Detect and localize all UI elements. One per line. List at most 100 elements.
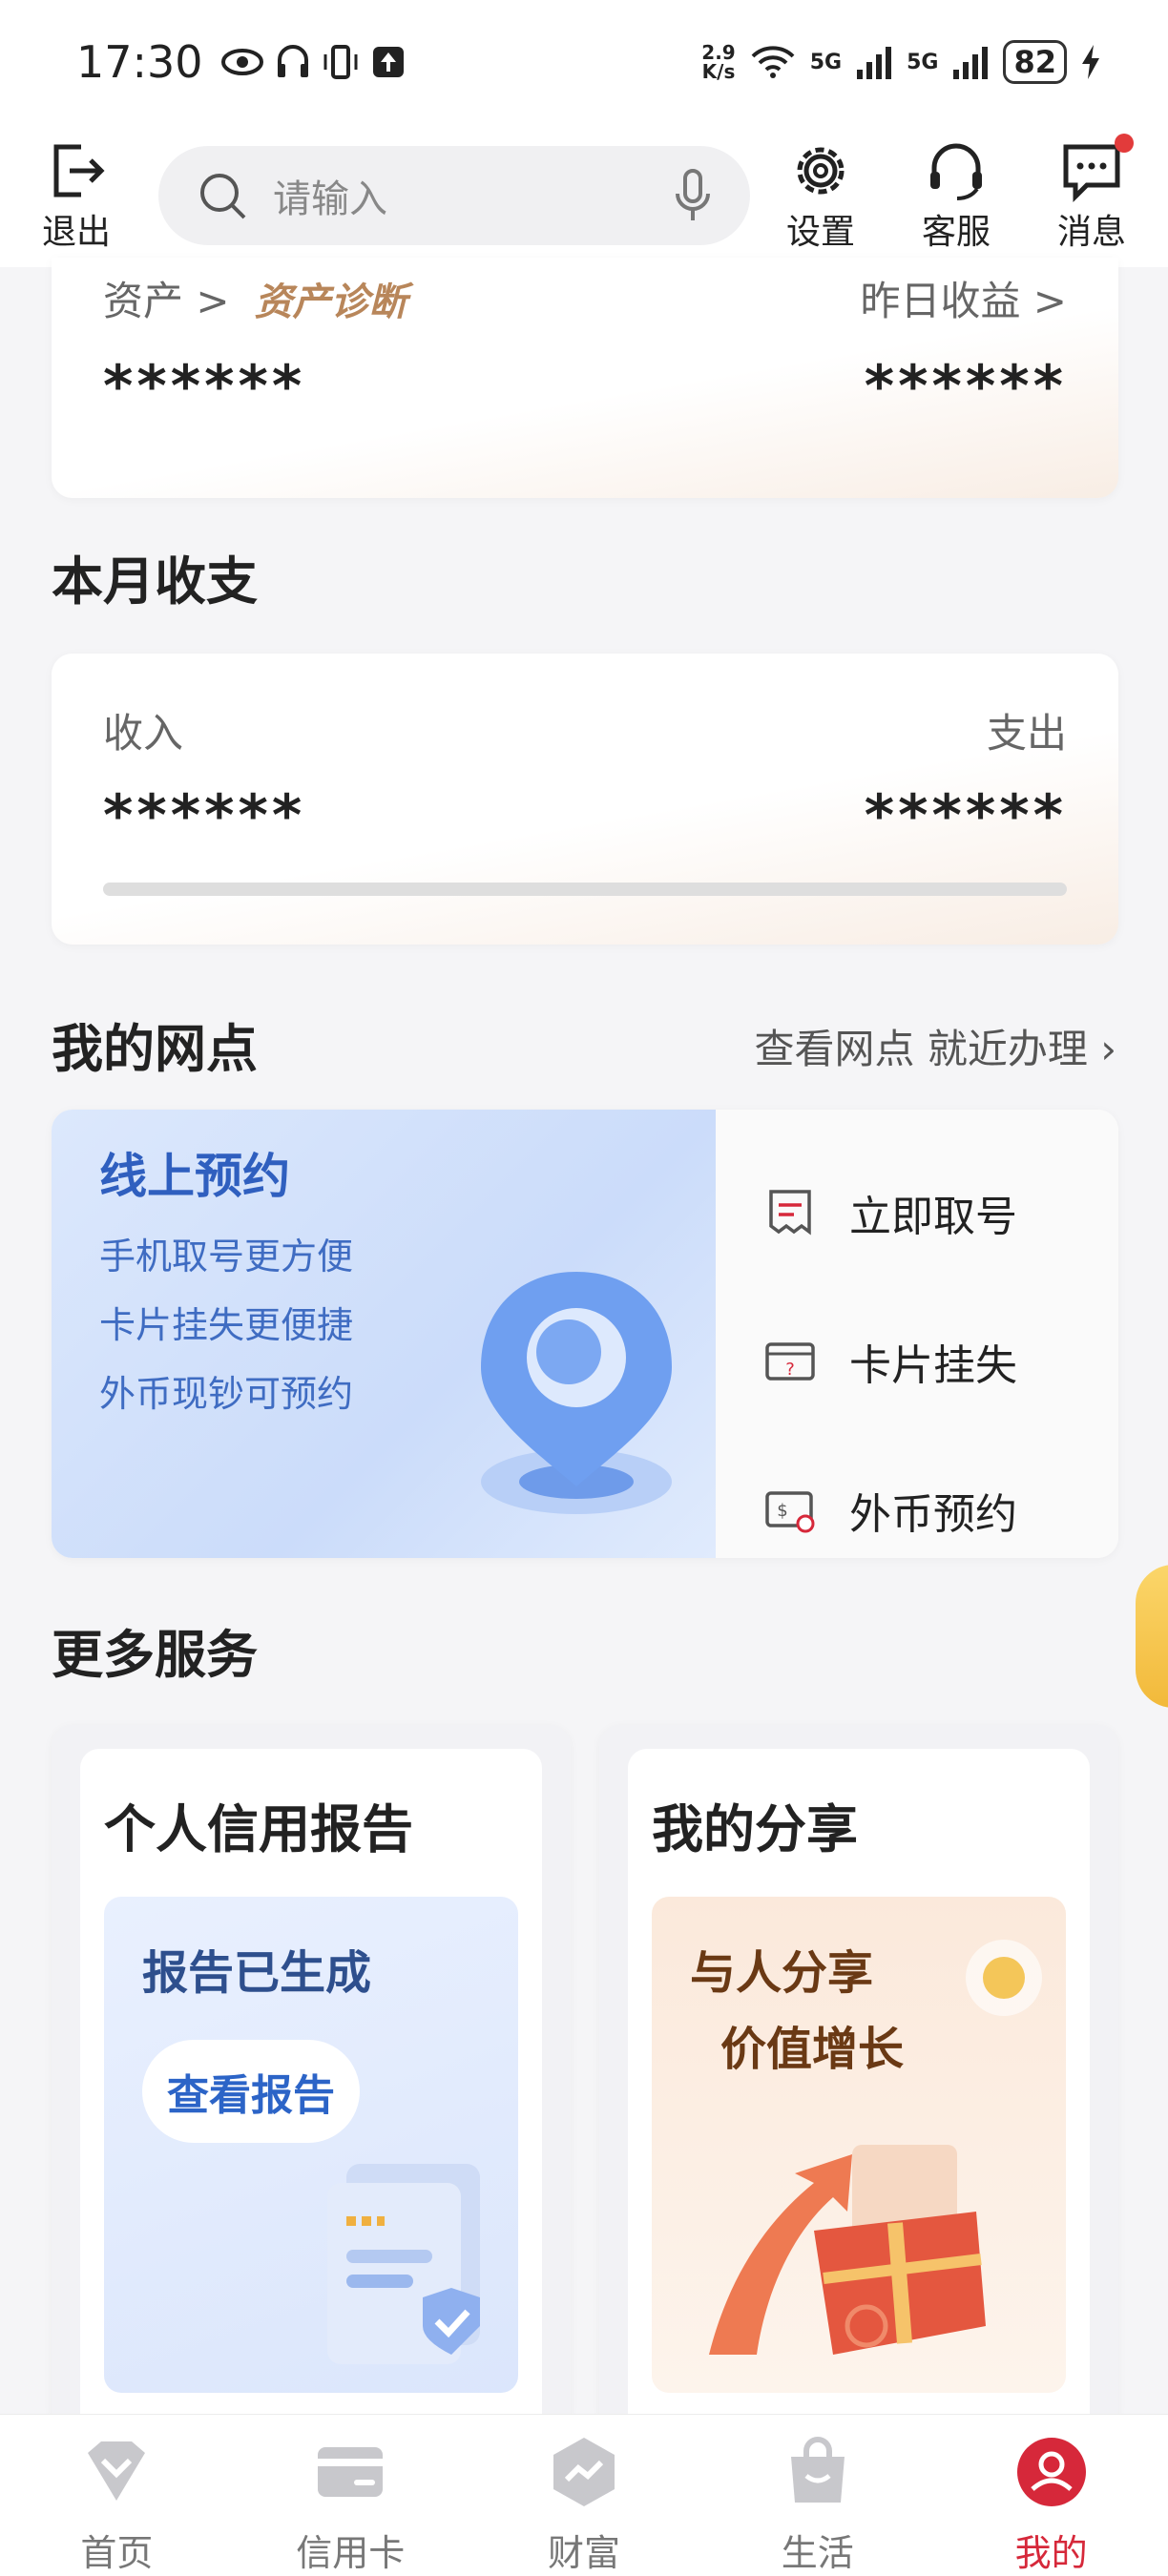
tab-wealth[interactable]: 财富 bbox=[468, 2415, 701, 2576]
share-line-2: 价值增长 bbox=[720, 2023, 905, 2076]
branch-link[interactable]: 查看网点 就近办理 › bbox=[754, 1017, 1116, 1075]
tab-credit-card-label: 信用卡 bbox=[296, 2532, 406, 2574]
wealth-icon bbox=[553, 2438, 615, 2506]
location-pin-icon bbox=[481, 1272, 672, 1514]
tab-wealth-label: 财富 bbox=[547, 2532, 620, 2574]
tab-life-label: 生活 bbox=[781, 2532, 854, 2574]
online-booking-panel[interactable]: 线上预约 手机取号更方便 卡片挂失更便捷 外币现钞可预约 bbox=[52, 1110, 716, 1558]
view-report-button[interactable]: 查看报告 bbox=[142, 2040, 360, 2143]
upload-notification-icon bbox=[372, 47, 404, 77]
gear-icon bbox=[797, 147, 845, 195]
search-icon bbox=[200, 174, 246, 219]
credit-report-banner: 报告已生成 查看报告 bbox=[104, 1897, 518, 2393]
credit-report-card[interactable]: 个人信用报告 报告已生成 查看报告 bbox=[52, 1725, 571, 2431]
report-generated-text: 报告已生成 bbox=[142, 1946, 372, 2000]
ticket-icon bbox=[769, 1190, 811, 1236]
headphones-icon bbox=[277, 45, 308, 77]
messages-label: 消息 bbox=[1056, 213, 1126, 252]
card-question-icon: ? bbox=[765, 1342, 815, 1381]
speed-value: 2.9 bbox=[701, 41, 736, 64]
take-number-label: 立即取号 bbox=[849, 1193, 1017, 1241]
speed-unit: K/s bbox=[701, 60, 736, 83]
expense-label: 支出 bbox=[986, 710, 1067, 757]
charging-icon bbox=[1082, 45, 1099, 79]
logout-label: 退出 bbox=[41, 213, 111, 252]
my-share-banner: 与人分享 价值增长 bbox=[652, 1897, 1066, 2393]
status-bar: 17:30 2.9 K/s 5G 5G 82 bbox=[0, 0, 1168, 124]
income-label: 收入 bbox=[103, 710, 184, 757]
battery-indicator: 82 bbox=[1003, 40, 1067, 84]
my-share-title: 我的分享 bbox=[652, 1799, 858, 1859]
search-bar[interactable]: 请输入 bbox=[158, 146, 750, 245]
network-type-2: 5G bbox=[907, 50, 939, 74]
logout-icon bbox=[53, 144, 105, 197]
settings-label: 设置 bbox=[785, 213, 855, 252]
tab-credit-card[interactable]: 信用卡 bbox=[234, 2415, 468, 2576]
credit-card-icon bbox=[318, 2447, 384, 2497]
asset-diagnosis-link[interactable]: 资产诊断 bbox=[255, 271, 407, 326]
foreign-currency-booking-button[interactable]: $ 外币预约 bbox=[763, 1436, 1118, 1558]
yesterday-earnings-value: ****** bbox=[864, 353, 1067, 420]
header-actions: 设置 客服 消息 bbox=[773, 134, 1139, 254]
income-value: ****** bbox=[103, 782, 306, 849]
tab-home[interactable]: 首页 bbox=[0, 2415, 234, 2576]
document-shield-icon bbox=[327, 2164, 480, 2364]
svg-text:?: ? bbox=[785, 1360, 795, 1380]
branch-card: 线上预约 手机取号更方便 卡片挂失更便捷 外币现钞可预约 立即取号 ? 卡片挂失… bbox=[52, 1110, 1118, 1558]
gift-box-icon bbox=[709, 2145, 986, 2355]
my-share-inner: 我的分享 与人分享 价值增长 bbox=[628, 1749, 1090, 2431]
logout-button[interactable]: 退出 bbox=[29, 137, 124, 254]
status-left-icons bbox=[220, 43, 407, 81]
settings-button[interactable]: 设置 bbox=[773, 137, 868, 254]
asset-link[interactable]: 资产 > bbox=[103, 269, 230, 327]
unread-dot bbox=[1115, 134, 1134, 153]
credit-report-inner: 个人信用报告 报告已生成 查看报告 bbox=[80, 1749, 542, 2431]
vibrate-icon bbox=[323, 45, 358, 79]
top-header: 退出 请输入 设置 客服 消息 bbox=[0, 124, 1168, 267]
customer-service-label: 客服 bbox=[921, 213, 991, 252]
signal-icon-2 bbox=[953, 47, 989, 79]
monthly-title: 本月收支 bbox=[52, 551, 258, 612]
currency-icon: $ bbox=[765, 1491, 815, 1533]
messages-button[interactable]: 消息 bbox=[1044, 134, 1139, 254]
network-speed: 2.9 K/s bbox=[701, 43, 735, 81]
foreign-currency-booking-label: 外币预约 bbox=[849, 1490, 1017, 1539]
signal-icon bbox=[857, 47, 892, 79]
microphone-icon[interactable] bbox=[674, 167, 712, 224]
income-expense-bar bbox=[103, 883, 1067, 896]
branch-link-label: 查看网点 就近办理 bbox=[754, 1026, 1088, 1072]
svg-text:$: $ bbox=[777, 1501, 787, 1521]
status-right: 2.9 K/s 5G 5G 82 bbox=[701, 40, 1101, 84]
online-booking-title: 线上预约 bbox=[99, 1149, 290, 1204]
branch-title: 我的网点 bbox=[52, 1019, 258, 1079]
card-loss-report-button[interactable]: ? 卡片挂失 bbox=[763, 1287, 1118, 1436]
floating-mascot[interactable] bbox=[1136, 1565, 1168, 1708]
expense-value: ****** bbox=[864, 782, 1067, 849]
customer-service-button[interactable]: 客服 bbox=[908, 137, 1004, 254]
take-number-button[interactable]: 立即取号 bbox=[763, 1138, 1118, 1287]
tab-mine-label: 我的 bbox=[1014, 2532, 1088, 2574]
home-icon bbox=[88, 2441, 146, 2501]
bottom-tab-bar: 首页 信用卡 财富 生活 我的 bbox=[0, 2414, 1168, 2576]
monthly-card[interactable]: 收入 支出 ****** ****** bbox=[52, 654, 1118, 945]
tab-home-label: 首页 bbox=[80, 2532, 154, 2574]
shopping-bag-icon bbox=[790, 2437, 845, 2503]
network-type-1: 5G bbox=[809, 50, 843, 74]
wifi-icon bbox=[751, 46, 795, 78]
eye-icon bbox=[220, 49, 263, 75]
credit-report-title: 个人信用报告 bbox=[104, 1799, 413, 1859]
search-input[interactable]: 请输入 bbox=[273, 168, 674, 223]
status-time: 17:30 bbox=[76, 36, 203, 88]
yesterday-earnings-link[interactable]: 昨日收益 > bbox=[860, 269, 1067, 327]
asset-value: ****** bbox=[103, 353, 306, 420]
asset-label-row: 资产 > 资产诊断 bbox=[103, 269, 407, 327]
tab-life[interactable]: 生活 bbox=[700, 2415, 934, 2576]
card-loss-report-label: 卡片挂失 bbox=[849, 1341, 1017, 1390]
asset-card: 资产 > 资产诊断 昨日收益 > ****** ****** bbox=[52, 258, 1118, 498]
tab-mine[interactable]: 我的 bbox=[934, 2415, 1168, 2576]
profile-icon bbox=[1016, 2438, 1086, 2506]
my-share-card[interactable]: 我的分享 与人分享 价值增长 bbox=[599, 1725, 1118, 2431]
more-services-title: 更多服务 bbox=[52, 1625, 258, 1685]
headset-icon bbox=[930, 143, 982, 200]
coin-bubble-icon bbox=[966, 1940, 1042, 2016]
